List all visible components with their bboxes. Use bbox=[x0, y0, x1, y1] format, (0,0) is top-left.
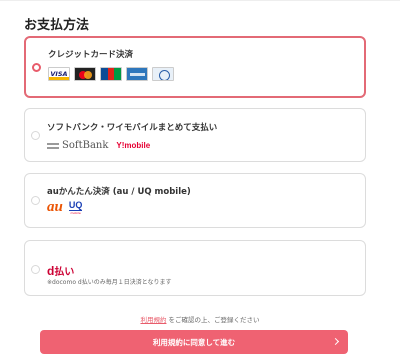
softbank-logos: SoftBank Y!mobile bbox=[47, 140, 150, 151]
au-label: auかんたん決済 (au / UQ mobile) bbox=[47, 187, 191, 197]
card-brand-logos: VISA bbox=[48, 67, 174, 81]
submit-label: 利用規約に同意して進む bbox=[152, 337, 236, 347]
payment-option-softbank[interactable]: ソフトバンク・ワイモバイルまとめて支払い SoftBank Y!mobile bbox=[24, 108, 366, 162]
uq-mobile-logo: UQ mobile bbox=[68, 200, 83, 215]
au-logo: au bbox=[47, 199, 63, 215]
amex-icon bbox=[126, 67, 148, 81]
visa-icon: VISA bbox=[48, 67, 70, 81]
terms-link[interactable]: 利用規約 bbox=[140, 316, 166, 324]
softbank-lines-icon bbox=[47, 142, 59, 149]
payment-option-credit-card[interactable]: クレジットカード決済 VISA bbox=[24, 36, 366, 98]
au-logos: au UQ mobile bbox=[47, 199, 83, 215]
top-divider bbox=[0, 0, 400, 1]
radio-au[interactable] bbox=[31, 196, 40, 205]
mastercard-icon bbox=[74, 67, 96, 81]
page-title: お支払方法 bbox=[24, 18, 90, 33]
credit-card-label: クレジットカード決済 bbox=[48, 50, 134, 60]
softbank-logo: SoftBank bbox=[47, 140, 108, 151]
chevron-right-icon bbox=[331, 337, 340, 346]
d-barai-logo: d払い bbox=[47, 264, 75, 278]
agree-and-proceed-button[interactable]: 利用規約に同意して進む bbox=[40, 330, 348, 354]
terms-suffix: をご確認の上、ご登録ください bbox=[168, 316, 260, 324]
radio-d-barai[interactable] bbox=[31, 265, 40, 274]
jcb-icon bbox=[100, 67, 122, 81]
payment-option-d-barai[interactable]: d払い ※docomo d払いのみ毎月１日決済となります bbox=[24, 240, 366, 296]
terms-notice: 利用規約 をご確認の上、ご登録ください bbox=[0, 314, 400, 324]
payment-option-au[interactable]: auかんたん決済 (au / UQ mobile) au UQ mobile bbox=[24, 173, 366, 228]
payment-method-page: お支払方法 クレジットカード決済 VISA ソフトバンク・ワイモバイルまとめて支… bbox=[0, 0, 400, 362]
ymobile-logo: Y!mobile bbox=[116, 141, 151, 150]
d-barai-note: ※docomo d払いのみ毎月１日決済となります bbox=[47, 279, 172, 286]
radio-softbank[interactable] bbox=[31, 131, 40, 140]
diners-icon bbox=[152, 67, 174, 81]
softbank-label: ソフトバンク・ワイモバイルまとめて支払い bbox=[47, 123, 218, 133]
radio-credit-card[interactable] bbox=[32, 63, 41, 72]
